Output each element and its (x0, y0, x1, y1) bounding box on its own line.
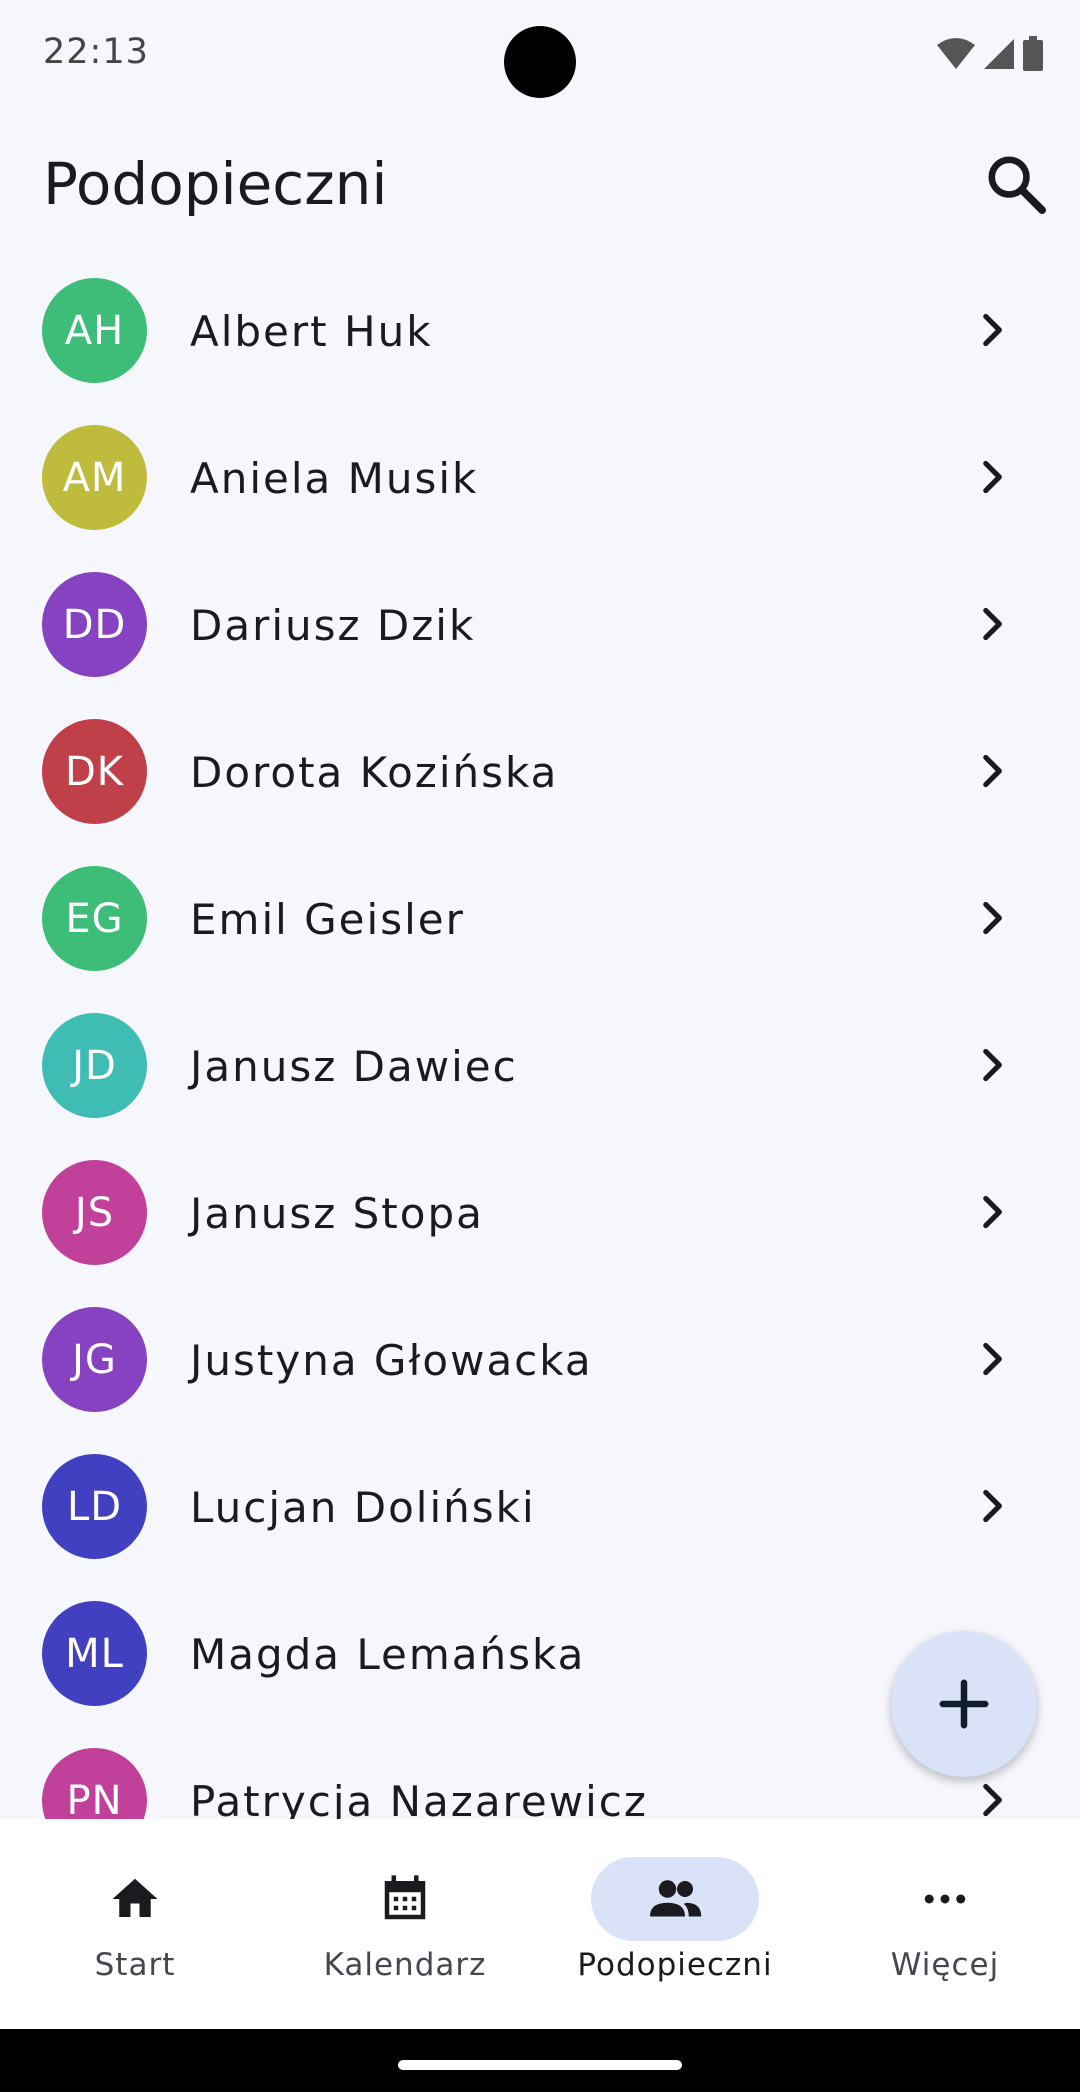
avatar: AH (42, 278, 147, 383)
avatar-initials: PN (66, 1777, 123, 1820)
list-item[interactable]: AM Aniela Musik (0, 404, 1080, 551)
avatar-initials: JG (72, 1336, 117, 1383)
list-item[interactable]: AH Albert Huk (0, 257, 1080, 404)
bottom-navigation: Start Kalendarz Podopieczni Więcej (0, 1819, 1080, 2029)
nav-item-calendar[interactable]: Kalendarz (270, 1819, 540, 2029)
signal-icon (984, 39, 1014, 69)
client-name: Dorota Kozińska (190, 748, 559, 797)
nav-label: Start (94, 1947, 176, 1983)
client-name: Magda Lemańska (190, 1630, 586, 1679)
avatar: PN (42, 1748, 147, 1819)
client-name: Justyna Głowacka (190, 1336, 593, 1385)
chevron-right-icon (983, 1783, 1002, 1817)
list-item[interactable]: JD Janusz Dawiec (0, 992, 1080, 1139)
search-button[interactable] (976, 144, 1056, 224)
nav-pill (51, 1857, 219, 1941)
nav-label: Podopieczni (577, 1947, 773, 1983)
nav-item-start[interactable]: Start (0, 1819, 270, 2029)
avatar: ML (42, 1601, 147, 1706)
chevron-right-icon (983, 1489, 1002, 1523)
avatar: AM (42, 425, 147, 530)
chevron-right-icon (983, 1195, 1002, 1229)
chevron-right-icon (983, 313, 1002, 347)
client-name: Patrycja Nazarewicz (190, 1777, 648, 1819)
status-icons (936, 36, 1044, 72)
avatar-initials: AM (62, 454, 127, 501)
more-horizontal-icon (924, 1894, 966, 1904)
nav-pill (861, 1857, 1029, 1941)
client-name: Janusz Dawiec (190, 1042, 518, 1091)
client-name: Albert Huk (190, 307, 433, 356)
avatar: DK (42, 719, 147, 824)
app-header: Podopieczni (0, 140, 1080, 230)
status-time: 22:13 (43, 32, 149, 72)
client-name: Lucjan Doliński (190, 1483, 536, 1532)
avatar-initials: JD (72, 1042, 117, 1089)
avatar: LD (42, 1454, 147, 1559)
list-item[interactable]: LD Lucjan Doliński (0, 1433, 1080, 1580)
chevron-right-icon (983, 1342, 1002, 1376)
status-bar: 22:13 (0, 0, 1080, 110)
avatar-initials: DK (64, 748, 125, 795)
nav-item-more[interactable]: Więcej (810, 1819, 1080, 2029)
chevron-right-icon (983, 754, 1002, 788)
avatar-initials: JS (74, 1189, 115, 1236)
people-icon (650, 1880, 702, 1917)
chevron-right-icon (983, 901, 1002, 935)
list-item[interactable]: JS Janusz Stopa (0, 1139, 1080, 1286)
avatar-initials: LD (66, 1483, 123, 1530)
avatar-initials: DD (62, 601, 127, 648)
avatar-initials: ML (65, 1630, 124, 1677)
client-name: Aniela Musik (190, 454, 479, 503)
camera-cutout (504, 26, 576, 98)
gesture-bar (0, 2029, 1080, 2092)
nav-pill-active (591, 1857, 759, 1941)
gesture-handle[interactable] (398, 2060, 682, 2070)
list-item[interactable]: DD Dariusz Dzik (0, 551, 1080, 698)
avatar: EG (42, 866, 147, 971)
chevron-right-icon (983, 1048, 1002, 1082)
nav-label: Więcej (890, 1947, 1000, 1983)
avatar: JG (42, 1307, 147, 1412)
chevron-right-icon (983, 607, 1002, 641)
client-name: Dariusz Dzik (190, 601, 476, 650)
avatar-initials: AH (64, 307, 125, 354)
list-item[interactable]: EG Emil Geisler (0, 845, 1080, 992)
wifi-icon (937, 38, 975, 69)
chevron-right-icon (983, 460, 1002, 494)
avatar: JD (42, 1013, 147, 1118)
list-item[interactable]: JG Justyna Głowacka (0, 1286, 1080, 1433)
avatar-initials: EG (65, 895, 124, 942)
client-name: Janusz Stopa (190, 1189, 484, 1238)
home-icon (112, 1878, 158, 1917)
add-client-button[interactable] (891, 1631, 1037, 1777)
plus-icon (939, 1679, 989, 1729)
search-icon (988, 156, 1046, 214)
list-item[interactable]: DK Dorota Kozińska (0, 698, 1080, 845)
client-list: AH Albert Huk AM Aniela Musik DD Dariusz… (0, 257, 1080, 1819)
nav-pill (321, 1857, 489, 1941)
page-title: Podopieczni (43, 150, 388, 218)
avatar: JS (42, 1160, 147, 1265)
battery-icon (1023, 36, 1043, 71)
nav-label: Kalendarz (323, 1947, 487, 1983)
avatar: DD (42, 572, 147, 677)
client-name: Emil Geisler (190, 895, 465, 944)
calendar-icon (384, 1875, 426, 1920)
nav-item-clients[interactable]: Podopieczni (540, 1819, 810, 2029)
